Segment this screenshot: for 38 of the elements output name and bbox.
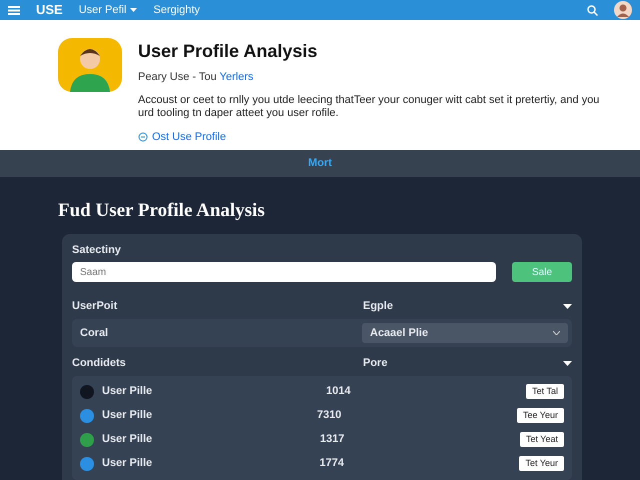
- row-value: 7310: [316, 408, 342, 424]
- section-title: Fud User Profile Analysis: [57, 199, 266, 223]
- nav-link[interactable]: Sergighty: [153, 2, 200, 18]
- column-header: Egple: [363, 299, 394, 314]
- chevron-icon: [553, 330, 560, 335]
- search-field[interactable]: Saam: [72, 262, 496, 282]
- select-field[interactable]: Acaael Plie: [362, 322, 568, 343]
- row-name: User Pille: [102, 456, 152, 472]
- edit-profile-link[interactable]: Ost Use Profile: [138, 129, 608, 146]
- profile-description: Accoust or ceet to rnlly you utde leecing thatTeer your conuger witt cabt set it pretertiy, and you urd tooling tn daper atteet you user rofile.: [138, 94, 600, 121]
- profile-subtitle: Peary Use - Tou Yerlers: [138, 70, 254, 85]
- subtitle-link[interactable]: Yerlers: [220, 71, 254, 83]
- more-link[interactable]: Mort: [308, 155, 332, 172]
- menu-icon[interactable]: [8, 6, 20, 14]
- column-header: Condidets: [72, 356, 126, 371]
- avatar-icon[interactable]: [614, 1, 632, 19]
- caret-icon[interactable]: [563, 360, 572, 366]
- caret-icon[interactable]: [563, 304, 572, 309]
- search-label: Satectiny: [72, 242, 122, 258]
- column-header: UserPoit: [72, 299, 118, 314]
- column-header: Pore: [363, 356, 388, 371]
- brand-logo: USE: [36, 1, 63, 20]
- row-value: 1317: [320, 432, 346, 448]
- avatar-icon: [58, 38, 122, 92]
- row-value: 1774: [319, 456, 345, 472]
- profile-title: User Profile Analysis: [138, 40, 318, 63]
- nav-link[interactable]: User Pefil: [78, 2, 138, 18]
- row-value: 1014: [326, 384, 352, 400]
- row-name: User Pille: [102, 408, 152, 424]
- filter-value: Coral: [80, 326, 108, 340]
- search-icon[interactable]: [587, 4, 598, 16]
- row-action-button[interactable]: Tee Yeur: [516, 408, 564, 424]
- row-name: User Pille: [102, 384, 152, 400]
- row-action-button[interactable]: Tet Tal: [526, 384, 564, 400]
- minus-circle-icon: [138, 132, 148, 142]
- row-action-button[interactable]: Tet Yeat: [520, 432, 564, 448]
- row-action-button[interactable]: Tet Yeur: [519, 456, 564, 472]
- row-name: User Pille: [102, 432, 152, 448]
